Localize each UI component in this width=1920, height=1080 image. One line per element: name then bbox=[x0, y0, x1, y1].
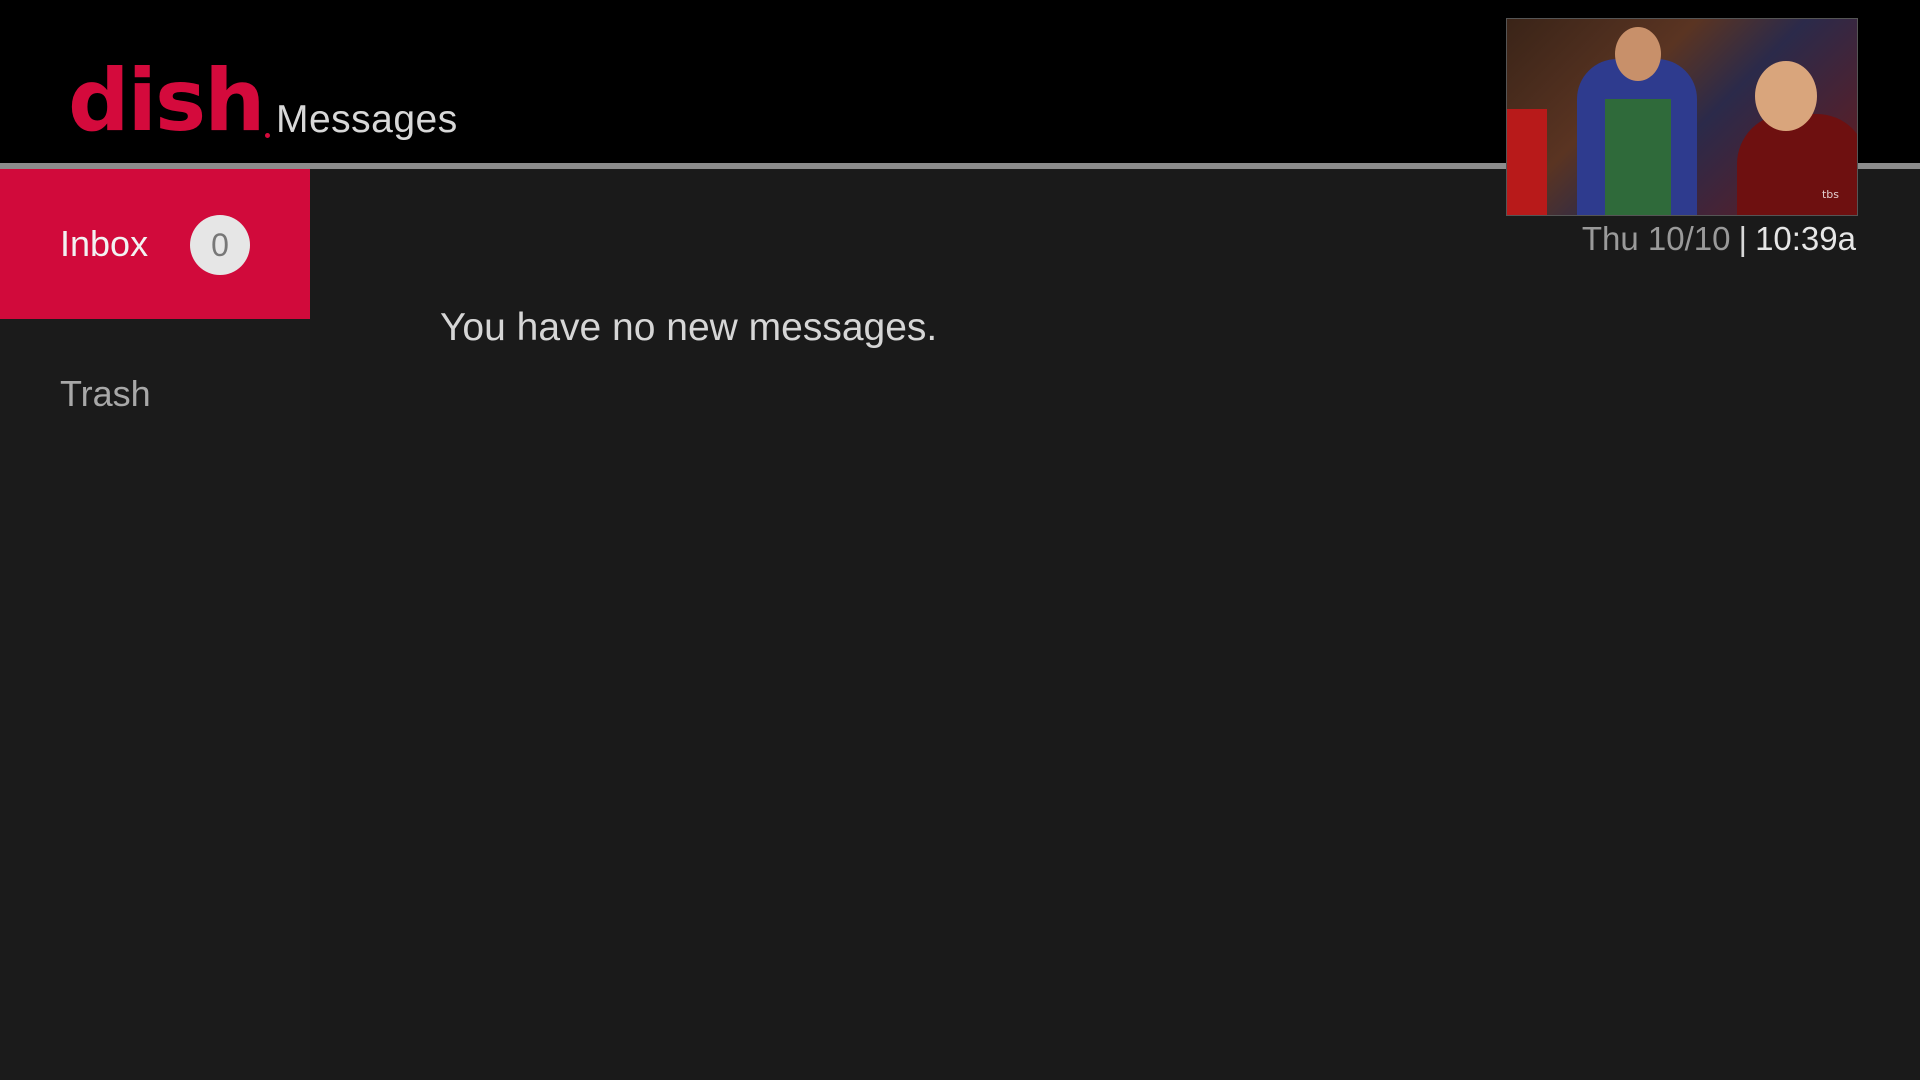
inbox-count-badge: 0 bbox=[190, 215, 250, 275]
date-text: Thu 10/10 bbox=[1581, 220, 1731, 257]
sidebar: Inbox 0 Trash bbox=[0, 169, 310, 1080]
brand-wordmark: dish bbox=[68, 51, 265, 151]
preview-scene-shape bbox=[1615, 27, 1661, 81]
preview-scene-shape bbox=[1755, 61, 1817, 131]
live-tv-preview: tbs bbox=[1506, 18, 1858, 216]
sidebar-item-inbox[interactable]: Inbox 0 bbox=[0, 169, 310, 319]
date-time-separator: | bbox=[1738, 220, 1748, 257]
preview-scene-shape bbox=[1737, 114, 1857, 215]
preview-scene-shape bbox=[1605, 99, 1671, 215]
time-text: 10:39a bbox=[1755, 220, 1856, 257]
sidebar-item-label: Inbox bbox=[60, 223, 149, 264]
dish-logo: dish bbox=[68, 51, 271, 151]
date-time: Thu 10/10 | 10:39a bbox=[1582, 220, 1856, 258]
messages-screen: dish Messages tbs Thu 10/10 | 10:39a Inbox… bbox=[0, 0, 1920, 1080]
preview-scene-shape bbox=[1507, 109, 1547, 215]
logo-dot bbox=[265, 133, 271, 138]
channel-bug: tbs bbox=[1821, 188, 1839, 201]
empty-state-message: You have no new messages. bbox=[440, 306, 938, 349]
page-title: Messages bbox=[276, 98, 458, 141]
sidebar-item-label: Trash bbox=[60, 373, 151, 414]
sidebar-item-trash[interactable]: Trash bbox=[0, 319, 310, 469]
